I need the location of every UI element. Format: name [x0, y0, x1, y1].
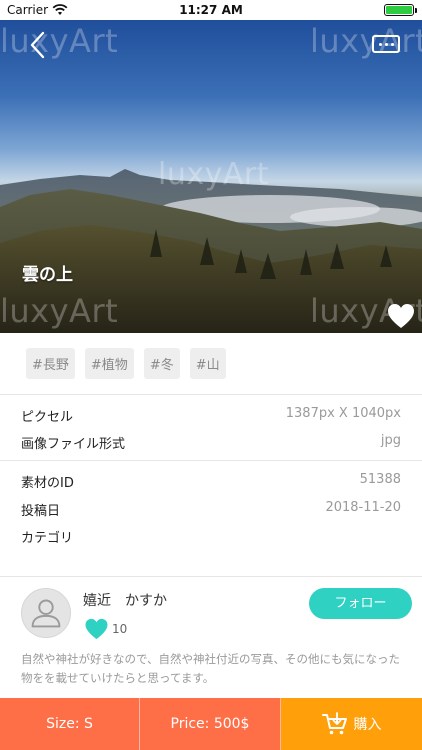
battery-level — [386, 6, 412, 14]
price-label: Price: 500$ — [170, 716, 250, 732]
clock: 11:27 AM — [179, 3, 243, 17]
like-count: 10 — [112, 622, 128, 636]
watermark: luxyArt — [0, 22, 119, 60]
info-row-category: カテゴリ — [0, 524, 422, 546]
more-dots-icon — [378, 42, 382, 46]
pixels-value: 1387px X 1040px — [285, 406, 401, 421]
image-title: 雲の上 — [22, 265, 73, 285]
id-label: 素材のID — [21, 476, 74, 491]
info-row-format: 画像ファイル形式 jpg — [0, 430, 422, 452]
price-button[interactable]: Price: 500$ — [140, 698, 281, 750]
divider — [0, 394, 422, 395]
watermark: luxyArt — [0, 292, 119, 330]
tag-chip[interactable]: #冬 — [143, 348, 180, 379]
author-bio: 自然や神社が好きなので、自然や神社付近の写真、その他にも気になった物をを載せてい… — [21, 652, 401, 685]
tag-chip[interactable]: #植物 — [84, 348, 134, 379]
format-label: 画像ファイル形式 — [21, 437, 126, 452]
info-row-date: 投稿日 2018-11-20 — [0, 497, 422, 519]
watermark: luxyArt — [158, 157, 269, 192]
buy-button[interactable]: 購入 — [281, 698, 422, 750]
avatar[interactable] — [21, 588, 71, 638]
format-value: jpg — [380, 433, 401, 448]
favorite-button[interactable] — [387, 303, 415, 329]
heart-icon — [388, 304, 414, 328]
chevron-left-icon — [30, 31, 45, 59]
pixels-label: ピクセル — [21, 410, 74, 425]
hero-image: luxyArt luxyArt luxyArt luxyArt luxyArt … — [0, 17, 422, 333]
author-name[interactable]: 嬉近 かすか — [83, 590, 167, 610]
size-button[interactable]: Size: S — [0, 698, 140, 750]
tag-list: #長野 #植物 #冬 #山 — [26, 348, 226, 379]
category-label: カテゴリ — [21, 531, 74, 546]
more-button[interactable] — [372, 35, 400, 53]
info-row-pixels: ピクセル 1387px X 1040px — [0, 403, 422, 425]
bottom-action-bar: Size: S Price: 500$ 購入 — [0, 698, 422, 750]
cart-icon — [321, 712, 347, 735]
date-value: 2018-11-20 — [325, 500, 401, 515]
size-label: Size: S — [46, 716, 93, 732]
watermark: luxyArt — [310, 22, 422, 60]
follow-button[interactable]: フォロー — [309, 588, 412, 619]
battery-icon — [384, 4, 417, 16]
author-section: 嬉近 かすか 10 フォロー 自然や神社が好きなので、自然や神社付近の写真、その… — [0, 578, 422, 698]
buy-label: 購入 — [353, 717, 382, 733]
info-row-id: 素材のID 51388 — [0, 469, 422, 491]
heart-icon — [85, 618, 108, 640]
tag-chip[interactable]: #山 — [189, 348, 226, 379]
id-value: 51388 — [359, 472, 401, 487]
user-icon — [38, 599, 54, 615]
divider — [0, 460, 422, 461]
divider — [0, 576, 422, 577]
back-button[interactable] — [26, 29, 50, 61]
date-label: 投稿日 — [21, 504, 61, 519]
status-bar: Carrier 11:27 AM — [0, 0, 422, 20]
tag-chip[interactable]: #長野 — [26, 348, 75, 379]
